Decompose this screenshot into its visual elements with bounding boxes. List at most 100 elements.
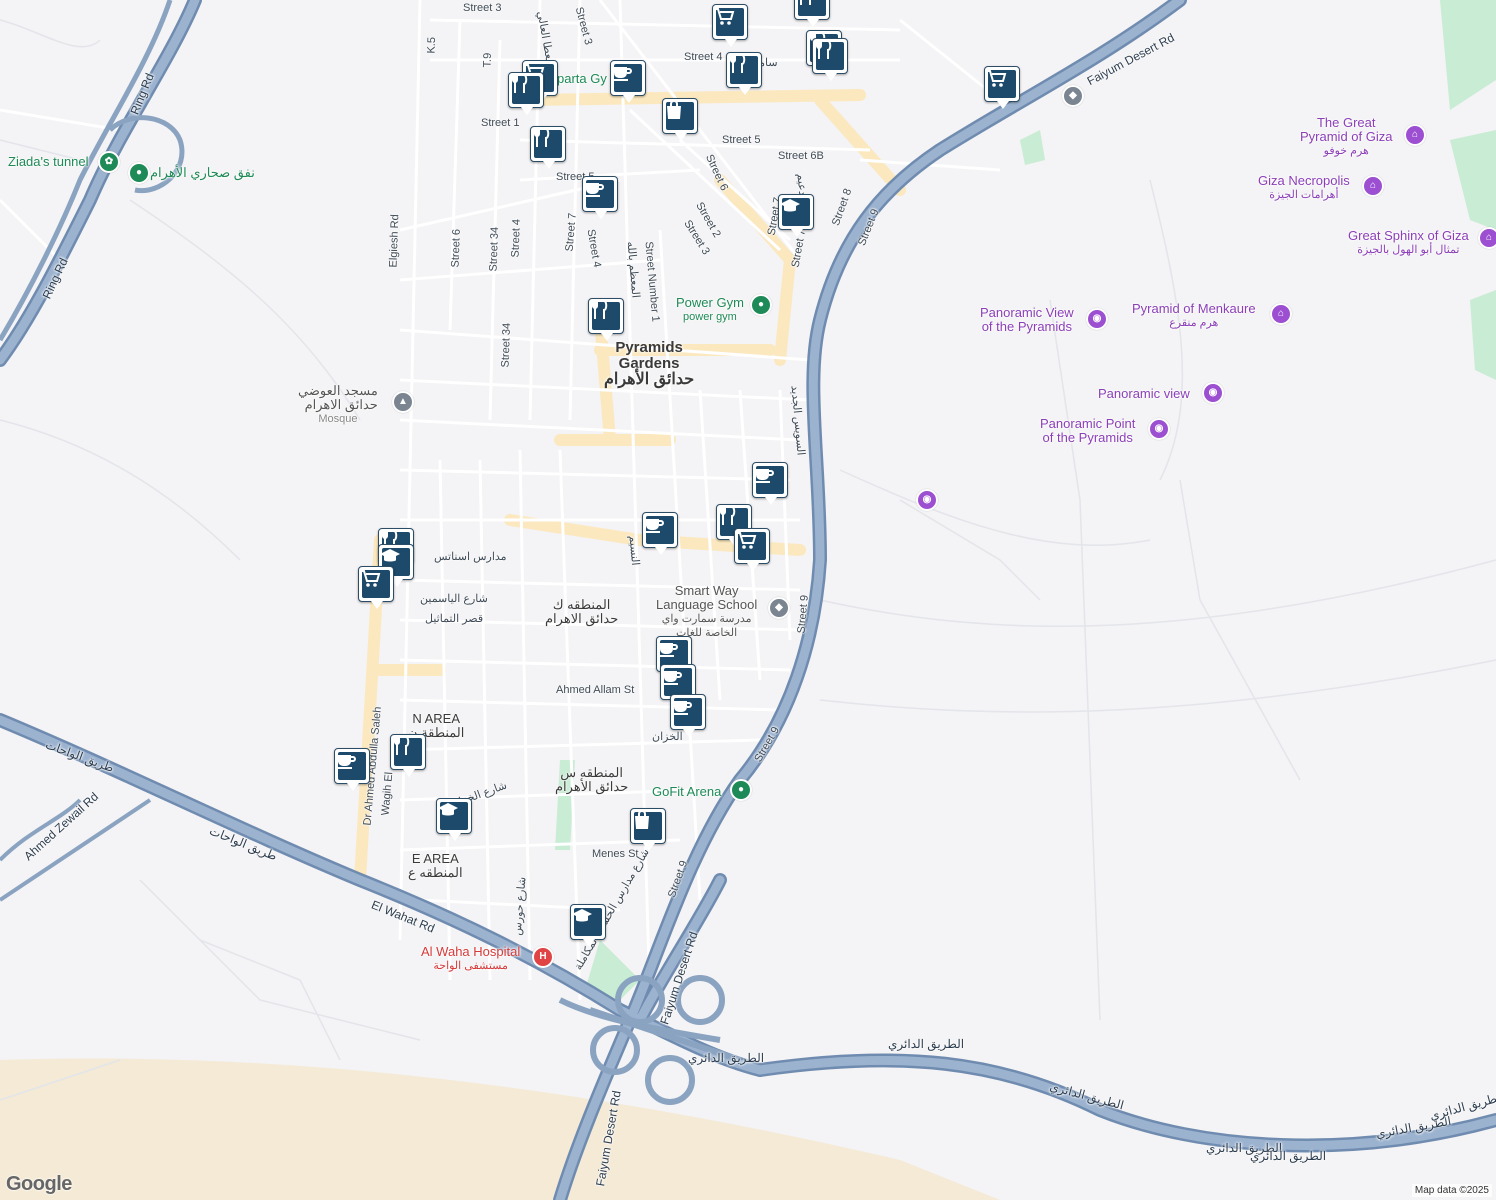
poi-power-gym[interactable]: Power Gym power gym bbox=[676, 296, 744, 324]
poi-label-line: Smart Way bbox=[674, 583, 739, 598]
poi-label-line: Mosque bbox=[318, 413, 358, 425]
hospital-icon[interactable]: H bbox=[532, 946, 554, 968]
map-marker-cup[interactable] bbox=[752, 462, 788, 506]
map-marker-fork[interactable] bbox=[588, 298, 624, 342]
poi-label-line: Al Waha Hospital bbox=[421, 944, 521, 959]
poi-gofit-arena[interactable]: GoFit Arena bbox=[652, 785, 721, 799]
fork-knife-icon bbox=[816, 40, 844, 70]
map-marker-fork[interactable] bbox=[530, 126, 566, 170]
poi-label-line: Panoramic view bbox=[1098, 386, 1190, 401]
district-label-line: N AREA bbox=[412, 711, 461, 726]
cart-icon bbox=[987, 70, 1016, 98]
map-marker-cup[interactable] bbox=[670, 694, 706, 738]
fork-knife-icon bbox=[534, 128, 562, 158]
map-marker-bag[interactable] bbox=[662, 98, 698, 142]
landmark-icon[interactable]: ⌂ bbox=[1478, 227, 1496, 249]
street-label: مدارس اسناتس bbox=[434, 551, 507, 563]
fork-knife-icon bbox=[730, 54, 758, 84]
poi-giza-necropolis[interactable]: Giza Necropolis أهرامات الجيزة bbox=[1258, 174, 1350, 202]
poi-label-line: هرم منقرع bbox=[1169, 317, 1219, 329]
poi-label-line: GoFit Arena bbox=[652, 784, 722, 799]
highway-label: الطريق الدائري bbox=[688, 1051, 765, 1065]
poi-label-line: of the Pyramids bbox=[1042, 430, 1133, 445]
poi-smart-way-school[interactable]: Smart Way Language School مدرسة سمارت وا… bbox=[656, 584, 757, 640]
landmark-icon[interactable]: ⌂ bbox=[1362, 175, 1384, 197]
poi-label-line: parta Gy bbox=[557, 71, 607, 86]
map-marker-cart[interactable] bbox=[734, 528, 770, 572]
map-marker-fork[interactable] bbox=[508, 72, 544, 116]
map-marker-cart[interactable] bbox=[984, 66, 1020, 110]
poi-pyramid-menkaure[interactable]: Pyramid of Menkaure هرم منقرع bbox=[1132, 302, 1256, 330]
map-marker-cup[interactable] bbox=[642, 512, 678, 556]
gym-icon[interactable]: ● bbox=[730, 779, 752, 801]
poi-al-waha-hospital[interactable]: Al Waha Hospital مستشفى الواحة bbox=[421, 945, 520, 973]
poi-label-line: هرم خوفو bbox=[1323, 145, 1369, 157]
map-marker-cap[interactable] bbox=[570, 904, 606, 948]
area-pyramids-gardens: Pyramids Gardens حدائق الأهرام bbox=[604, 340, 694, 388]
poi-label-line: مدرسة سمارت واي bbox=[661, 613, 752, 625]
flower-icon[interactable]: ✿ bbox=[98, 151, 120, 173]
map-marker-cart[interactable] bbox=[712, 4, 748, 48]
coffee-cup-icon bbox=[338, 752, 366, 780]
map-marker-fork[interactable] bbox=[794, 0, 830, 28]
map-marker-cup[interactable] bbox=[582, 176, 618, 220]
poi-label-line: The Great bbox=[1316, 115, 1376, 130]
district-label-line: حدائق الاهرام bbox=[545, 611, 619, 626]
landmark-icon[interactable]: ⌂ bbox=[1270, 303, 1292, 325]
poi-panoramic-point[interactable]: Panoramic Point of the Pyramids bbox=[1040, 417, 1135, 445]
camera-icon[interactable]: ◉ bbox=[1148, 418, 1170, 440]
google-logo: Google bbox=[6, 1173, 72, 1195]
poi-label-line: تمثال أبو الهول بالجيزة bbox=[1357, 244, 1460, 256]
poi-label-line: Pyramid of Menkaure bbox=[1132, 301, 1256, 316]
poi-great-pyramid[interactable]: The Great Pyramid of Giza هرم خوفو bbox=[1300, 116, 1392, 158]
school-icon[interactable]: ◆ bbox=[768, 597, 790, 619]
graduation-cap-icon bbox=[780, 198, 810, 226]
poi-label-line: أهرامات الجيزة bbox=[1269, 189, 1339, 201]
landmark-icon[interactable]: ⌂ bbox=[1404, 124, 1426, 146]
map-marker-fork[interactable] bbox=[390, 734, 426, 778]
street-label: Street 3 bbox=[463, 2, 502, 14]
poi-label-line: حدائق الاهرام bbox=[304, 397, 378, 412]
mosque-icon[interactable]: ▲ bbox=[392, 391, 414, 413]
school-icon[interactable]: ◆ bbox=[1062, 85, 1084, 107]
map-marker-bag[interactable] bbox=[630, 808, 666, 852]
poi-label-line: Panoramic View bbox=[980, 305, 1074, 320]
poi-panoramic-view[interactable]: Panoramic view bbox=[1098, 387, 1190, 401]
street-label: شارع الياسمين bbox=[420, 593, 488, 605]
coffee-cup-icon bbox=[756, 466, 784, 494]
district-s: المنطقه س حدائق الأهرام bbox=[555, 766, 628, 794]
poi-label-line: Panoramic Point bbox=[1040, 416, 1136, 431]
map-canvas[interactable]: Pyramids Gardens حدائق الأهرام المنطقه ك… bbox=[0, 0, 1496, 1200]
poi-desert-tunnel[interactable]: نفق صحاري الأهرام bbox=[150, 166, 255, 180]
park-icon[interactable]: ● bbox=[128, 162, 150, 184]
area-label-line: Pyramids bbox=[615, 339, 683, 356]
gym-icon[interactable]: ● bbox=[750, 294, 772, 316]
map-marker-cap[interactable] bbox=[778, 194, 814, 238]
coffee-cup-icon bbox=[664, 668, 692, 696]
poi-label-line: of the Pyramids bbox=[981, 319, 1073, 334]
highway-label: الطريق الدائري bbox=[888, 1037, 965, 1051]
camera-icon[interactable]: ◉ bbox=[1086, 308, 1108, 330]
map-marker-cup[interactable] bbox=[610, 60, 646, 104]
map-attribution[interactable]: Map data ©2025 bbox=[1411, 1184, 1492, 1197]
map-marker-fork[interactable] bbox=[812, 38, 848, 82]
poi-label-line: power gym bbox=[683, 311, 737, 323]
graduation-cap-icon bbox=[572, 908, 602, 936]
poi-panoramic-view-pyramids[interactable]: Panoramic View of the Pyramids bbox=[980, 306, 1074, 334]
camera-icon[interactable]: ◉ bbox=[916, 489, 938, 511]
map-marker-cap[interactable] bbox=[436, 798, 472, 842]
poi-great-sphinx[interactable]: Great Sphinx of Giza تمثال أبو الهول بال… bbox=[1348, 229, 1469, 257]
district-label-line: حدائق الأهرام bbox=[555, 779, 629, 794]
poi-sparta-gym[interactable]: parta Gy bbox=[557, 72, 607, 86]
street-label: Street 34 bbox=[487, 226, 502, 272]
poi-ziadas-tunnel[interactable]: Ziada's tunnel bbox=[8, 155, 89, 169]
street-label: Street 34 bbox=[499, 322, 514, 368]
district-label-line: E AREA bbox=[411, 851, 459, 866]
map-marker-cup[interactable] bbox=[334, 748, 370, 792]
poi-mosque[interactable]: مسجد العوضي حدائق الاهرام Mosque bbox=[298, 384, 378, 426]
map-marker-fork[interactable] bbox=[726, 52, 762, 96]
street-label: K.5 bbox=[425, 36, 439, 54]
map-marker-cart[interactable] bbox=[358, 566, 394, 610]
poi-label-line: نفق صحاري الأهرام bbox=[150, 165, 255, 180]
camera-icon[interactable]: ◉ bbox=[1202, 382, 1224, 404]
